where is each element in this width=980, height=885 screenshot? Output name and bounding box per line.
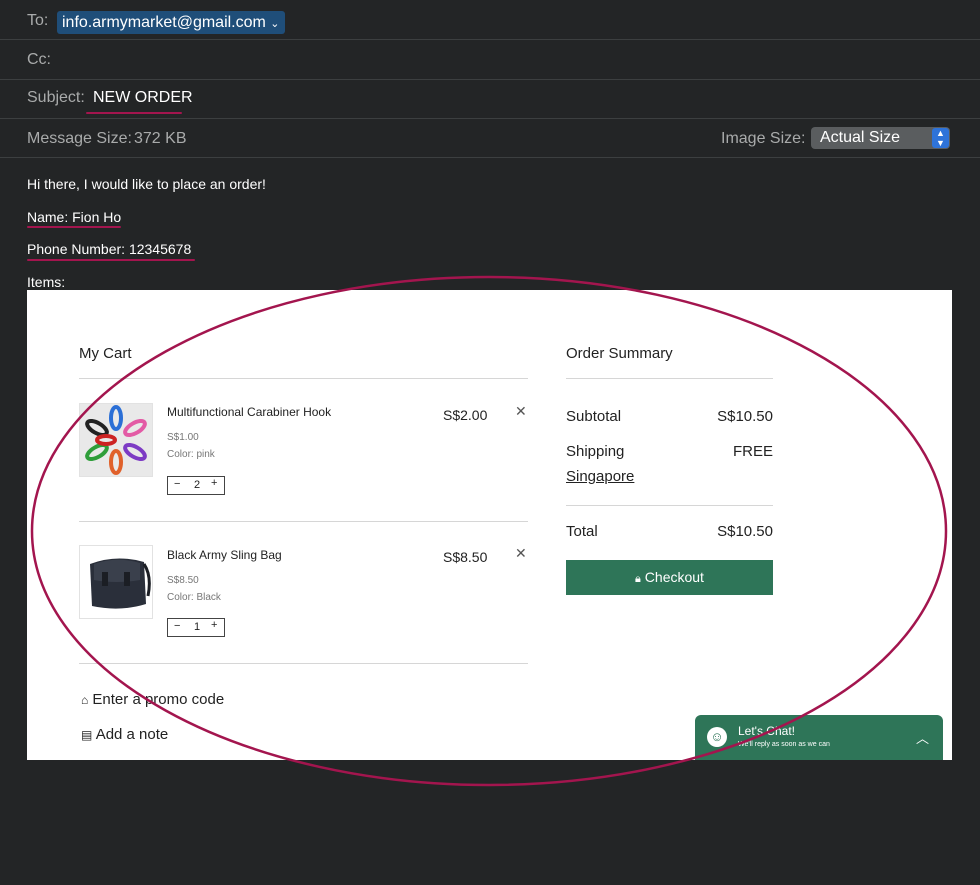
- divider: [566, 378, 773, 379]
- quantity-stepper[interactable]: − 2 +: [167, 476, 225, 495]
- checkout-button[interactable]: 🔒︎ Checkout: [566, 560, 773, 595]
- add-note-label: Add a note: [95, 726, 169, 743]
- minus-icon[interactable]: −: [174, 478, 180, 490]
- divider: [566, 505, 773, 506]
- chat-widget[interactable]: ☺ Let's Chat! We'll reply as soon as we …: [695, 715, 943, 760]
- name-underline: [27, 226, 121, 228]
- recipient-address: info.armymarket@gmail.com: [62, 14, 266, 31]
- name-line: Name: Fion Ho: [27, 209, 122, 225]
- subtotal-label: Subtotal: [566, 408, 622, 425]
- cart-screenshot: My Cart Multifunctional Carabiner Hook S…: [27, 290, 952, 760]
- product-image-carabiner[interactable]: [79, 403, 153, 477]
- chat-subtitle: We'll reply as soon as we can: [738, 741, 830, 748]
- subject-label: Subject:: [27, 89, 85, 106]
- total-label: Total: [566, 523, 598, 540]
- item-unit-price: S$1.00: [167, 432, 199, 443]
- lock-icon: 🔒︎: [635, 573, 641, 585]
- item-name[interactable]: Multifunctional Carabiner Hook: [167, 405, 331, 419]
- divider: [79, 378, 528, 379]
- item-unit-price: S$8.50: [167, 575, 199, 586]
- item-color: Color: Black: [167, 592, 221, 603]
- shipping-region-link[interactable]: Singapore: [566, 468, 634, 485]
- chat-title: Let's Chat!: [738, 724, 795, 738]
- promo-code-label: Enter a promo code: [92, 691, 225, 708]
- cart-title: My Cart: [79, 345, 132, 362]
- quantity-value: 1: [194, 621, 201, 633]
- order-summary-title: Order Summary: [566, 345, 673, 362]
- promo-code-link[interactable]: ⌂ Enter a promo code: [81, 691, 224, 708]
- message-size-value: 372 KB: [134, 130, 187, 147]
- item-name[interactable]: Black Army Sling Bag: [167, 548, 282, 562]
- product-image-sling-bag[interactable]: [79, 545, 153, 619]
- minus-icon[interactable]: −: [174, 620, 180, 632]
- sling-bag-image: [80, 546, 152, 618]
- remove-item-icon[interactable]: ✕: [515, 545, 527, 562]
- shipping-value: FREE: [732, 443, 773, 460]
- image-size-label: Image Size:: [721, 130, 806, 147]
- quantity-stepper[interactable]: − 1 +: [167, 618, 225, 637]
- quantity-value: 2: [194, 479, 201, 491]
- subject-value: NEW ORDER: [93, 89, 193, 106]
- carabiner-image: [80, 404, 152, 476]
- item-total: S$2.00: [443, 407, 488, 423]
- remove-item-icon[interactable]: ✕: [515, 403, 527, 420]
- plus-icon[interactable]: +: [211, 619, 217, 631]
- checkout-label: Checkout: [644, 569, 704, 585]
- divider: [79, 521, 528, 522]
- chevron-up-icon[interactable]: ︿: [916, 728, 929, 747]
- add-note-link[interactable]: ▤ Add a note: [81, 726, 168, 743]
- plus-icon[interactable]: +: [211, 477, 217, 489]
- subtotal-value: S$10.50: [717, 408, 773, 425]
- shipping-label: Shipping: [566, 443, 625, 460]
- items-label: Items:: [27, 274, 66, 290]
- phone-underline: [27, 259, 195, 261]
- to-label: To:: [27, 12, 49, 29]
- total-value: S$10.50: [717, 523, 773, 540]
- tag-icon: ⌂: [81, 693, 89, 707]
- message-size-label: Message Size:: [27, 130, 132, 147]
- divider: [79, 663, 528, 664]
- smiley-icon: ☺: [707, 727, 727, 747]
- to-row: To: info.armymarket@gmail.com ⌄: [0, 1, 980, 40]
- select-stepper-icon: ▲ ▼: [932, 128, 949, 148]
- recipient-chip[interactable]: info.armymarket@gmail.com ⌄: [57, 11, 285, 34]
- image-size-value: Actual Size: [820, 129, 901, 146]
- phone-line: Phone Number: 12345678: [27, 241, 192, 257]
- greeting-text: Hi there, I would like to place an order…: [27, 176, 266, 192]
- subject-underline: [86, 112, 182, 114]
- cc-row: Cc:: [0, 41, 980, 80]
- image-size-select[interactable]: Actual Size ▲ ▼: [811, 127, 950, 149]
- item-color: Color: pink: [167, 449, 215, 460]
- item-total: S$8.50: [443, 549, 488, 565]
- chevron-down-icon: ⌄: [270, 18, 280, 30]
- note-icon: ▤: [81, 728, 93, 742]
- cc-label: Cc:: [27, 51, 51, 68]
